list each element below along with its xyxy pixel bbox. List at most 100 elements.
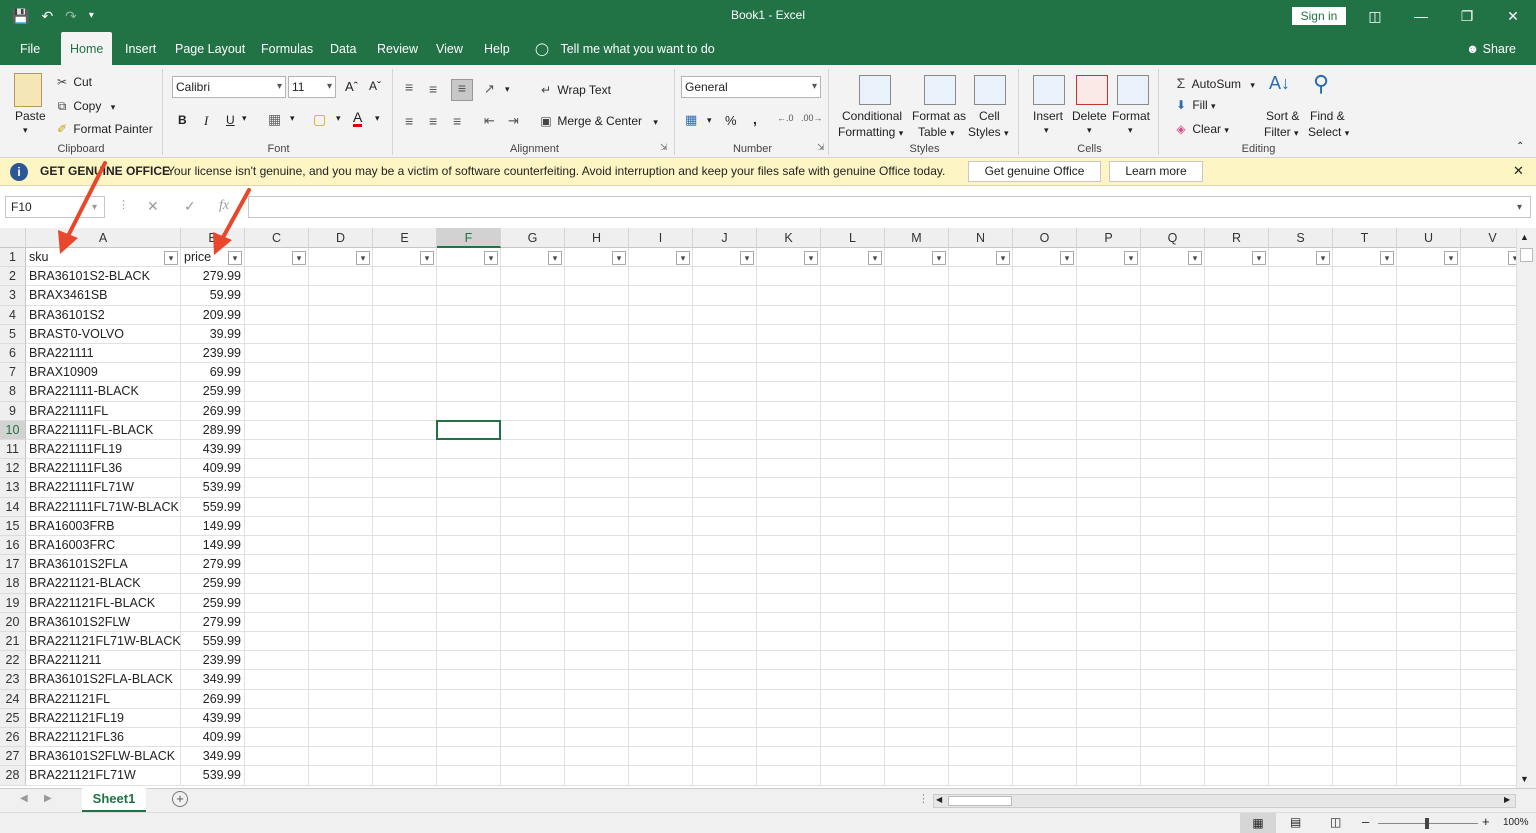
grid-cell[interactable] <box>501 382 565 402</box>
grid-cell[interactable] <box>949 747 1013 767</box>
grid-cell[interactable] <box>1141 344 1205 364</box>
grid-cell[interactable] <box>1269 555 1333 575</box>
row-header[interactable]: 26 <box>0 728 26 748</box>
grid-cell[interactable] <box>885 747 949 767</box>
grid-cell[interactable] <box>1397 459 1461 479</box>
sku-cell[interactable]: BRA221121FL36 <box>26 728 181 748</box>
grid-cell[interactable] <box>949 612 1013 632</box>
italic-button[interactable]: I <box>204 113 208 129</box>
vertical-scrollbar[interactable]: ▲ ▼ <box>1516 228 1536 790</box>
grid-cell[interactable] <box>501 689 565 709</box>
grid-cell[interactable] <box>885 382 949 402</box>
format-dropdown-icon[interactable]: ▾ <box>1128 125 1133 136</box>
grid-cell[interactable] <box>437 516 501 536</box>
tab-help[interactable]: Help <box>475 32 519 65</box>
grid-cell[interactable] <box>821 689 885 709</box>
grid-cell[interactable] <box>1397 267 1461 287</box>
grid-cell[interactable] <box>1013 420 1077 440</box>
grid-cell[interactable] <box>821 536 885 556</box>
grid-cell[interactable] <box>309 420 373 440</box>
filter-dropdown-icon[interactable]: ▾ <box>676 250 690 265</box>
scroll-left-icon[interactable]: ◀ <box>936 795 942 804</box>
grid-cell[interactable] <box>373 305 437 325</box>
grid-cell[interactable] <box>693 286 757 306</box>
grid-cell[interactable] <box>693 305 757 325</box>
grid-cell[interactable] <box>245 670 309 690</box>
grid-cell[interactable] <box>1269 401 1333 421</box>
sku-cell[interactable]: BRA16003FRB <box>26 516 181 536</box>
grid-cell[interactable] <box>437 536 501 556</box>
grid-cell[interactable] <box>437 344 501 364</box>
grid-cell[interactable] <box>437 747 501 767</box>
grid-cell[interactable] <box>949 574 1013 594</box>
grid-cell[interactable] <box>1141 286 1205 306</box>
grid-cell[interactable] <box>629 766 693 786</box>
grid-cell[interactable] <box>1397 478 1461 498</box>
grid-cell[interactable] <box>245 401 309 421</box>
grid-cell[interactable] <box>821 728 885 748</box>
grid-cell[interactable] <box>757 286 821 306</box>
grid-cell[interactable] <box>949 305 1013 325</box>
underline-button[interactable]: U <box>226 113 235 127</box>
grid-cell[interactable] <box>245 651 309 671</box>
grid-cell[interactable] <box>309 478 373 498</box>
grid-cell[interactable] <box>629 670 693 690</box>
sku-cell[interactable]: BRA36101S2FLW-BLACK <box>26 747 181 767</box>
grid-cell[interactable] <box>693 766 757 786</box>
fill-color-dropdown-icon[interactable]: ▾ <box>336 113 341 124</box>
grid-cell[interactable] <box>949 516 1013 536</box>
grid-cell[interactable] <box>245 593 309 613</box>
grid-cell[interactable] <box>501 497 565 517</box>
price-cell[interactable]: 239.99 <box>181 651 245 671</box>
grid-cell[interactable] <box>373 324 437 344</box>
grid-cell[interactable] <box>1013 267 1077 287</box>
grid-cell[interactable] <box>1333 440 1397 460</box>
grid-cell[interactable] <box>245 305 309 325</box>
grid-cell[interactable] <box>565 689 629 709</box>
grid-cell[interactable] <box>437 574 501 594</box>
grid-cell[interactable] <box>821 651 885 671</box>
expand-formula-bar-icon[interactable]: ▾ <box>1517 202 1522 213</box>
price-cell[interactable]: 439.99 <box>181 440 245 460</box>
grid-cell[interactable] <box>1397 632 1461 652</box>
sku-cell[interactable]: BRA221111FL19 <box>26 440 181 460</box>
grid-cell[interactable] <box>245 555 309 575</box>
filter-dropdown-icon[interactable]: ▾ <box>356 250 370 265</box>
learn-more-button[interactable]: Learn more <box>1109 161 1203 182</box>
grid-cell[interactable] <box>501 747 565 767</box>
grid-cell[interactable] <box>1333 593 1397 613</box>
grid-cell[interactable] <box>1333 286 1397 306</box>
grid-cell[interactable] <box>1141 555 1205 575</box>
sku-cell[interactable]: BRA36101S2FLA-BLACK <box>26 670 181 690</box>
grid-cell[interactable] <box>821 612 885 632</box>
grid-cell[interactable] <box>1269 363 1333 383</box>
grid-cell[interactable] <box>949 401 1013 421</box>
grid-cell[interactable] <box>949 728 1013 748</box>
price-cell[interactable]: 59.99 <box>181 286 245 306</box>
grid-cell[interactable] <box>629 651 693 671</box>
delete-cells-button[interactable]: Delete <box>1072 109 1107 123</box>
price-cell[interactable]: 149.99 <box>181 536 245 556</box>
grid-cell[interactable] <box>309 574 373 594</box>
align-top-icon[interactable]: ≡ <box>405 79 413 95</box>
grid-cell[interactable] <box>309 401 373 421</box>
grid-cell[interactable] <box>1013 516 1077 536</box>
grid-cell[interactable] <box>1141 766 1205 786</box>
grid-cell[interactable] <box>629 632 693 652</box>
sku-cell[interactable]: BRA36101S2FLW <box>26 612 181 632</box>
grid-cell[interactable] <box>1077 267 1141 287</box>
grid-cell[interactable] <box>1269 459 1333 479</box>
grid-cell[interactable] <box>565 536 629 556</box>
grid-cell[interactable] <box>309 324 373 344</box>
grid-cell[interactable] <box>629 497 693 517</box>
grid-cell[interactable] <box>1013 497 1077 517</box>
price-cell[interactable]: 539.99 <box>181 766 245 786</box>
grid-cell[interactable] <box>1077 555 1141 575</box>
grid-cell[interactable] <box>757 344 821 364</box>
grid-cell[interactable] <box>629 420 693 440</box>
grid-cell[interactable] <box>1269 420 1333 440</box>
grid-cell[interactable] <box>1077 459 1141 479</box>
grid-cell[interactable] <box>949 536 1013 556</box>
column-header-d[interactable]: D <box>309 228 373 248</box>
grid-cell[interactable] <box>1269 689 1333 709</box>
